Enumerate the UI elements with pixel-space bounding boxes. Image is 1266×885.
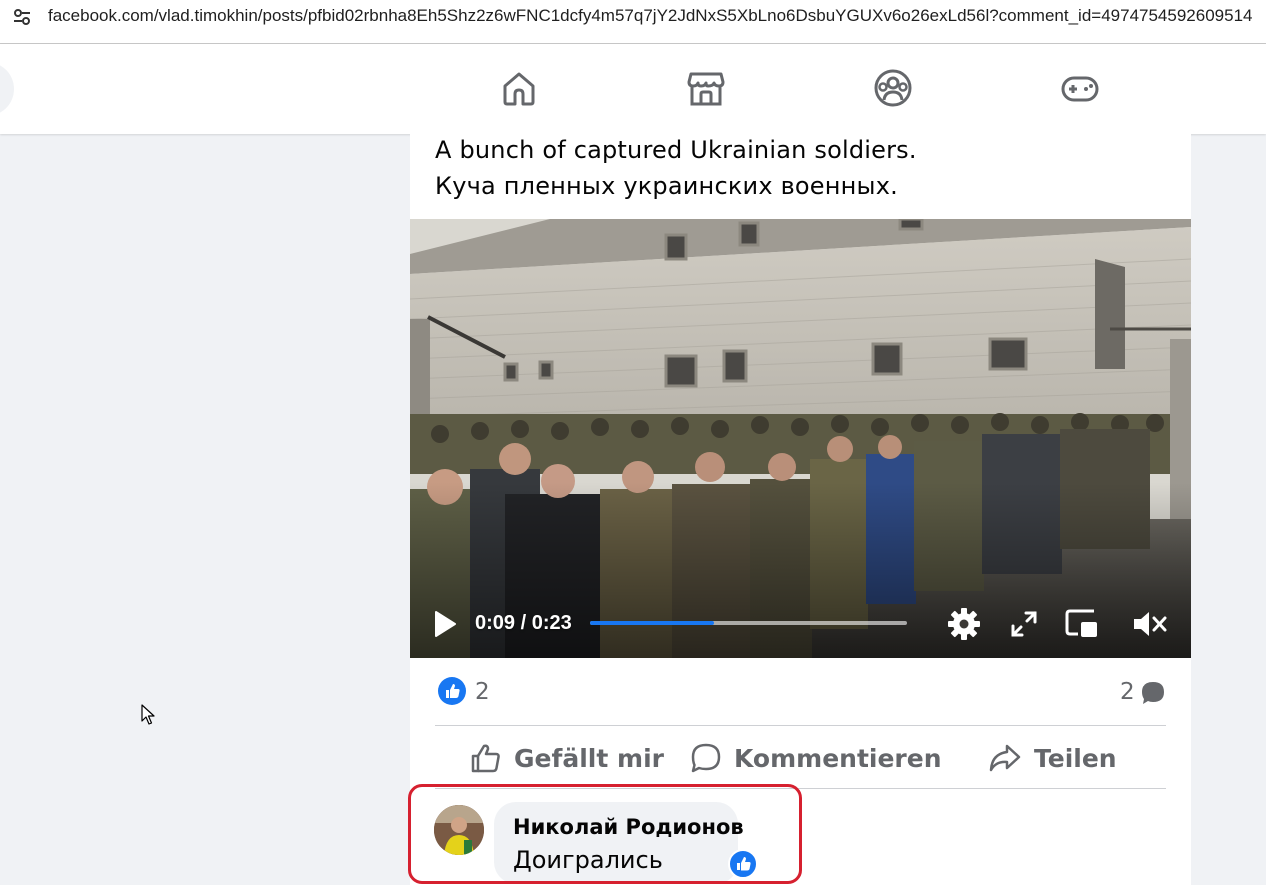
comment-count[interactable]: 2: [1120, 679, 1135, 705]
share-button-label: Teilen: [1034, 743, 1117, 773]
tune-icon[interactable]: [12, 7, 32, 27]
share-button[interactable]: Teilen: [988, 740, 1117, 776]
marketplace-icon[interactable]: [686, 68, 726, 108]
muted-volume-icon[interactable]: [1132, 608, 1168, 640]
thumbs-up-icon: [446, 684, 460, 698]
thumbs-up-outline-icon: [471, 744, 500, 773]
url-text[interactable]: facebook.com/vlad.timokhin/posts/pfbid02…: [48, 6, 1252, 26]
video-player[interactable]: [410, 219, 1191, 658]
play-icon[interactable]: [432, 609, 458, 639]
comment-button[interactable]: Kommentieren: [690, 740, 942, 776]
picture-in-picture-icon[interactable]: [1064, 607, 1100, 641]
home-icon[interactable]: [499, 68, 539, 108]
like-button-label: Gefällt mir: [514, 743, 664, 773]
video-frame: [410, 219, 1191, 658]
comment-bubble-icon[interactable]: [1140, 680, 1166, 706]
settings-gear-icon[interactable]: [946, 606, 982, 642]
share-icon: [989, 744, 1021, 772]
video-progress-fill: [590, 621, 714, 625]
search-pill[interactable]: [0, 62, 14, 116]
gaming-icon[interactable]: [1060, 68, 1100, 108]
comment-button-label: Kommentieren: [734, 743, 942, 773]
facebook-header: [0, 44, 1266, 134]
video-time: 0:09 / 0:23: [475, 612, 572, 634]
like-button[interactable]: Gefällt mir: [470, 740, 664, 776]
post-text-line-2: Куча пленных украинских военных.: [435, 172, 898, 200]
post-text-line-1: A bunch of captured Ukrainian soldiers.: [435, 136, 917, 164]
reactions-divider: [435, 725, 1166, 726]
mouse-cursor-icon: [141, 704, 155, 725]
comment-outline-icon: [691, 743, 721, 773]
address-bar[interactable]: facebook.com/vlad.timokhin/posts/pfbid02…: [0, 0, 1266, 34]
video-progress-bar[interactable]: [590, 621, 907, 625]
like-reaction-icon[interactable]: [438, 677, 466, 705]
fullscreen-icon[interactable]: [1010, 610, 1038, 638]
like-count[interactable]: 2: [475, 679, 490, 705]
toolbar-gap: [0, 34, 1266, 43]
groups-icon[interactable]: [873, 68, 913, 108]
comment-highlight-box: [408, 784, 802, 884]
